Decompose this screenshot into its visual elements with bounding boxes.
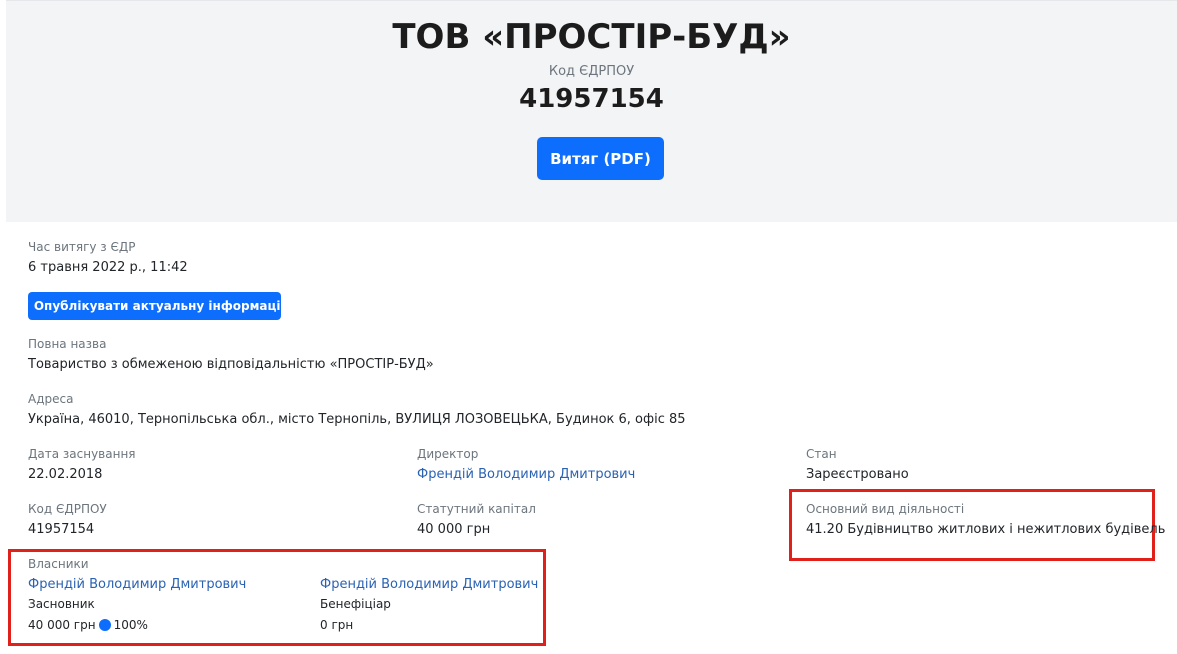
owner-name-link[interactable]: Френдій Володимир Дмитрович xyxy=(28,577,246,592)
refresh-icon xyxy=(17,299,29,314)
extract-time-value: 6 травня 2022 р., 11:42 xyxy=(28,260,188,275)
activity-label: Основний вид діяльності xyxy=(806,502,965,516)
status-value: Зареєстровано xyxy=(806,467,909,482)
founded-value: 22.02.2018 xyxy=(28,467,103,482)
beneficiary-role: Бенефіціар xyxy=(320,597,391,611)
company-title: ТОВ «ПРОСТІР-БУД» xyxy=(392,17,791,57)
address-label: Адреса xyxy=(28,392,74,406)
header-code-label: Код ЄДРПОУ xyxy=(548,64,635,79)
address-value: Україна, 46010, Тернопільська обл., міст… xyxy=(28,412,686,427)
owner-role: Засновник xyxy=(28,597,95,611)
edrpou-value: 41957154 xyxy=(28,522,95,537)
status-label: Стан xyxy=(806,447,837,461)
activity-value: 41.20 Будівництво житлових і нежитлових … xyxy=(806,522,1166,537)
owner-share: 100% xyxy=(113,618,148,632)
company-page: ТОВ «ПРОСТІР-БУД» Код ЄДРПОУ 41957154 Ви… xyxy=(6,0,1177,654)
director-label: Директор xyxy=(417,447,479,461)
beneficiary-amount: 0 грн xyxy=(320,618,354,632)
owner-amount-row: 40 000 грн 100% xyxy=(28,618,148,632)
owner-amount: 40 000 грн xyxy=(28,618,96,632)
publish-info-label: Опублікувати актуальну інформацію xyxy=(33,299,293,313)
extract-time-label: Час витягу з ЄДР xyxy=(28,240,136,254)
capital-value: 40 000 грн xyxy=(417,522,491,537)
beneficiary-name-link[interactable]: Френдій Володимир Дмитрович xyxy=(320,577,538,592)
full-name-value: Товариство з обмеженою відповідальністю … xyxy=(28,357,434,372)
owners-label: Власники xyxy=(28,557,89,571)
company-header: ТОВ «ПРОСТІР-БУД» Код ЄДРПОУ 41957154 Ви… xyxy=(6,0,1177,222)
header-code-value: 41957154 xyxy=(519,84,664,114)
edrpou-label: Код ЄДРПОУ xyxy=(28,502,107,516)
full-name-label: Повна назва xyxy=(28,337,107,351)
capital-label: Статутний капітал xyxy=(417,502,536,516)
share-dot-icon xyxy=(98,619,111,631)
founded-label: Дата заснування xyxy=(28,447,136,461)
extract-pdf-button[interactable]: Витяг (PDF) xyxy=(537,137,664,180)
director-link[interactable]: Френдій Володимир Дмитрович xyxy=(417,467,635,482)
publish-info-button[interactable]: Опублікувати актуальну інформацію xyxy=(17,292,292,320)
